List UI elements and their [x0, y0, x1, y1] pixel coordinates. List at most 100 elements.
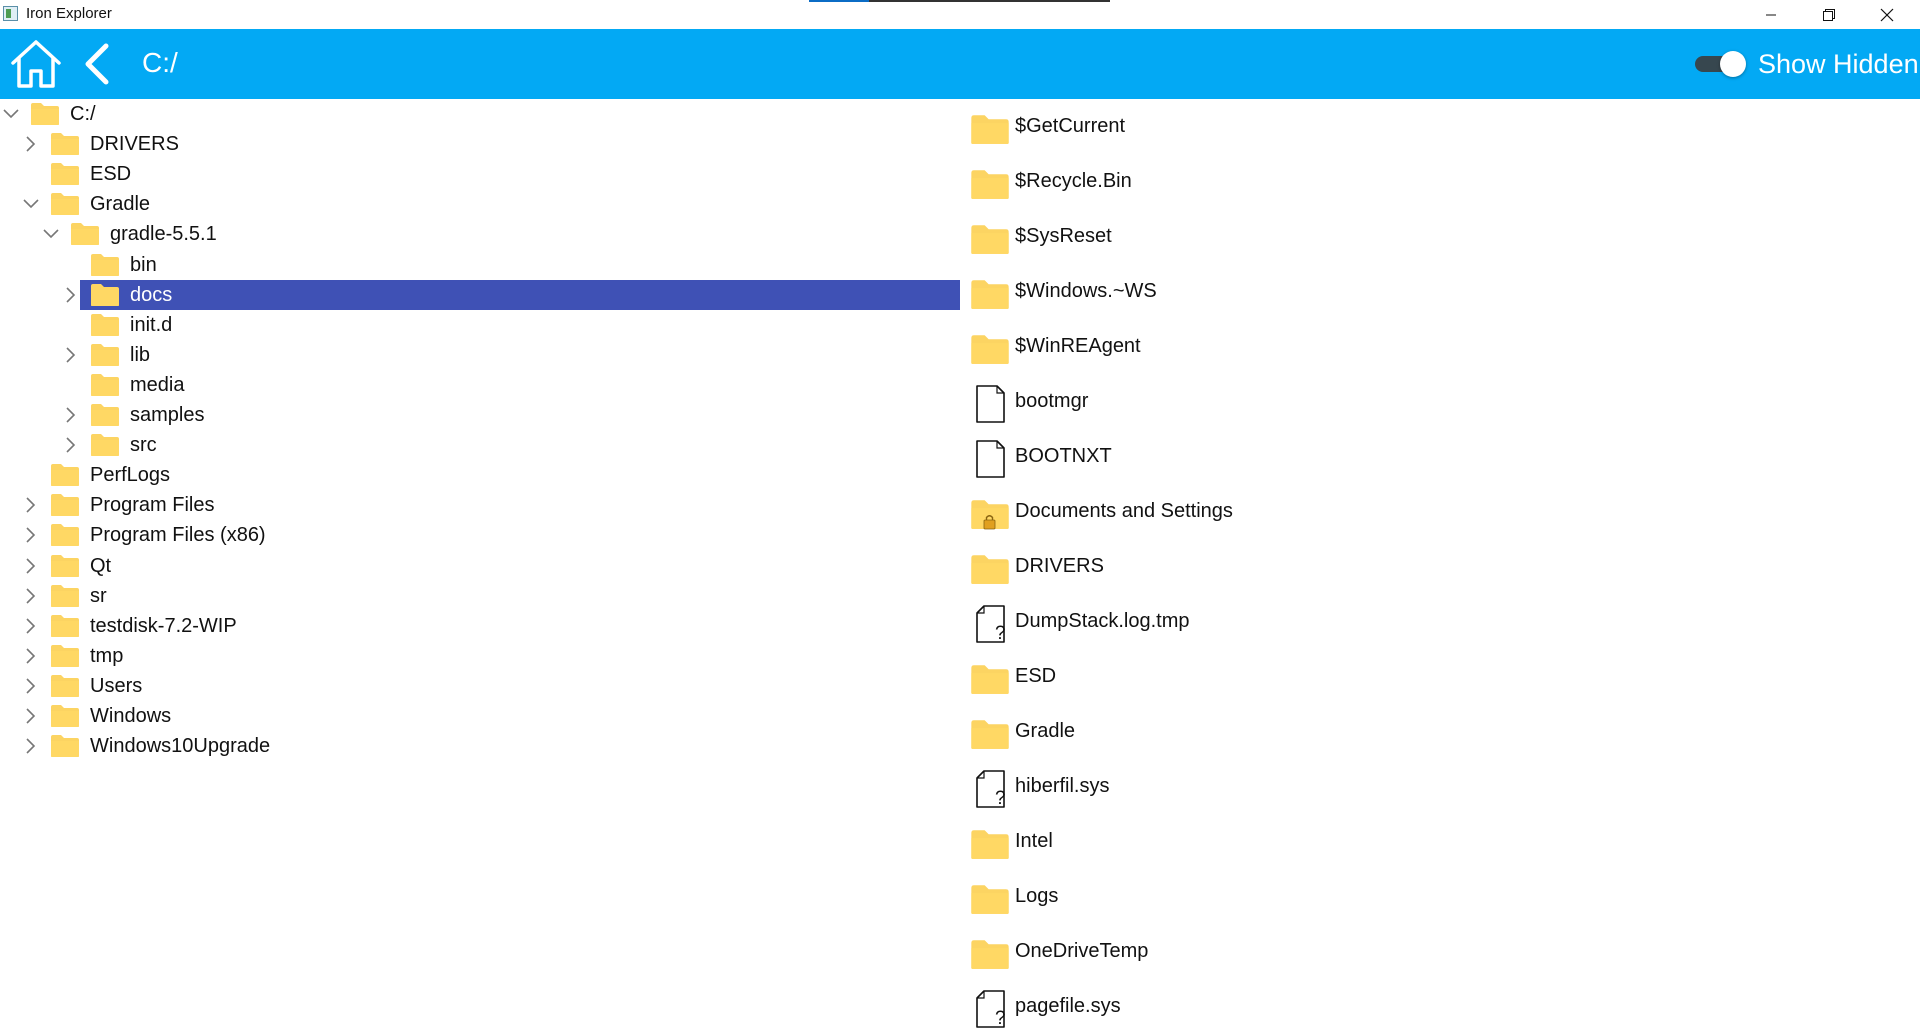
folder-icon — [971, 170, 1009, 199]
file-list-item[interactable]: Logs — [960, 869, 1920, 924]
file-icon — [976, 385, 1005, 423]
folder-icon — [51, 193, 79, 215]
tree-item[interactable]: bin — [0, 250, 960, 280]
chevron-right-icon[interactable] — [22, 617, 40, 635]
tree-item[interactable]: Program Files (x86) — [0, 520, 960, 550]
file-list-item[interactable]: $Windows.~WS — [960, 264, 1920, 319]
restore-button[interactable] — [1800, 0, 1858, 29]
tree-item[interactable]: Program Files — [0, 490, 960, 520]
home-icon — [11, 40, 61, 88]
file-name: pagefile.sys — [1015, 995, 1121, 1017]
file-name: Logs — [1015, 885, 1059, 907]
chevron-down-icon[interactable] — [2, 105, 20, 123]
tree-item[interactable]: src — [0, 430, 960, 460]
chevron-right-icon[interactable] — [22, 557, 40, 575]
home-button[interactable] — [10, 38, 62, 90]
tree-item[interactable]: lib — [0, 340, 960, 370]
folder-icon — [91, 434, 119, 456]
show-hidden-label[interactable]: Show Hidden — [1758, 49, 1919, 80]
tree-item[interactable]: samples — [0, 400, 960, 430]
chevron-down-icon[interactable] — [22, 195, 40, 213]
chevron-right-icon[interactable] — [62, 406, 80, 424]
folder-icon — [31, 103, 59, 125]
tree-item[interactable]: tmp — [0, 641, 960, 671]
tree-item[interactable]: docs — [0, 280, 960, 310]
tree-item[interactable]: Users — [0, 671, 960, 701]
tree-item-label: C:/ — [70, 103, 96, 125]
svg-text:?: ? — [995, 788, 1006, 809]
unknown-file-icon: ? — [976, 770, 1006, 809]
file-list-item[interactable]: $WinREAgent — [960, 319, 1920, 374]
file-name: DRIVERS — [1015, 555, 1104, 577]
tree-item-label: Windows — [90, 705, 172, 727]
tree-item[interactable]: Gradle — [0, 189, 960, 219]
file-list-item[interactable]: ? pagefile.sys — [960, 979, 1920, 1034]
tree-item-label: sr — [90, 585, 107, 607]
window-focus-indicator — [809, 0, 1110, 2]
folder-icon — [971, 665, 1009, 694]
file-icon — [976, 440, 1005, 478]
tree-item[interactable]: testdisk-7.2-WIP — [0, 611, 960, 641]
tree-item[interactable]: gradle-5.5.1 — [0, 219, 960, 249]
chevron-right-icon[interactable] — [22, 707, 40, 725]
folder-icon — [51, 464, 79, 486]
tree-item-label: lib — [130, 344, 151, 366]
chevron-right-icon[interactable] — [62, 436, 80, 454]
chevron-right-icon[interactable] — [22, 647, 40, 665]
back-button[interactable] — [80, 42, 114, 86]
folder-icon — [51, 555, 79, 577]
file-list-item[interactable]: $Recycle.Bin — [960, 154, 1920, 209]
close-button[interactable] — [1858, 0, 1916, 29]
show-hidden-toggle[interactable] — [1695, 48, 1751, 80]
title-bar: Iron Explorer — [0, 0, 1920, 29]
file-list-item[interactable]: Documents and Settings — [960, 484, 1920, 539]
tree-item-label: Users — [90, 675, 143, 697]
tree-item[interactable]: Windows — [0, 701, 960, 731]
chevron-right-icon[interactable] — [22, 135, 40, 153]
toolbar: C:/ Show Hidden — [0, 29, 1920, 99]
chevron-right-icon[interactable] — [22, 496, 40, 514]
chevron-down-icon[interactable] — [42, 225, 60, 243]
file-name: hiberfil.sys — [1015, 775, 1110, 797]
file-list-item[interactable]: ? hiberfil.sys — [960, 759, 1920, 814]
tree-item[interactable]: C:/ — [0, 99, 960, 129]
chevron-right-icon[interactable] — [62, 286, 80, 304]
file-list-item[interactable]: Intel — [960, 814, 1920, 869]
tree-item[interactable]: ESD — [0, 159, 960, 189]
minimize-button[interactable] — [1742, 0, 1800, 29]
tree-item[interactable]: DRIVERS — [0, 129, 960, 159]
selection-highlight — [80, 280, 960, 310]
folder-icon — [91, 344, 119, 366]
file-list-item[interactable]: Gradle — [960, 704, 1920, 759]
tree-item[interactable]: sr — [0, 581, 960, 611]
tree-item-label: Qt — [90, 555, 112, 577]
tree-item-label: tmp — [90, 645, 124, 667]
file-list-item[interactable]: $GetCurrent — [960, 99, 1920, 154]
folder-icon — [971, 885, 1009, 914]
chevron-right-icon[interactable] — [22, 737, 40, 755]
file-list-item[interactable]: bootmgr — [960, 374, 1920, 429]
tree-item[interactable]: Qt — [0, 551, 960, 581]
chevron-right-icon[interactable] — [62, 346, 80, 364]
tree-item[interactable]: init.d — [0, 310, 960, 340]
folder-icon — [971, 280, 1009, 309]
folder-tree: C:/ DRIVERS ESD Gradle gradle-5.5.1 bin docs in… — [0, 99, 960, 1030]
folder-icon — [91, 314, 119, 336]
tree-item-label: Windows10Upgrade — [90, 735, 271, 757]
chevron-right-icon[interactable] — [22, 587, 40, 605]
chevron-right-icon[interactable] — [22, 677, 40, 695]
tree-item[interactable]: Windows10Upgrade — [0, 731, 960, 761]
file-list-item[interactable]: DRIVERS — [960, 539, 1920, 594]
file-list-item[interactable]: $SysReset — [960, 209, 1920, 264]
tree-item[interactable]: PerfLogs — [0, 460, 960, 490]
chevron-right-icon[interactable] — [22, 526, 40, 544]
unknown-file-icon: ? — [976, 990, 1006, 1029]
app-icon — [3, 6, 18, 21]
file-list-item[interactable]: OneDriveTemp — [960, 924, 1920, 979]
file-list-item[interactable]: ? DumpStack.log.tmp — [960, 594, 1920, 649]
folder-icon — [91, 404, 119, 426]
file-list-item[interactable]: BOOTNXT — [960, 429, 1920, 484]
tree-item[interactable]: media — [0, 370, 960, 400]
current-path: C:/ — [142, 47, 178, 78]
file-list-item[interactable]: ESD — [960, 649, 1920, 704]
